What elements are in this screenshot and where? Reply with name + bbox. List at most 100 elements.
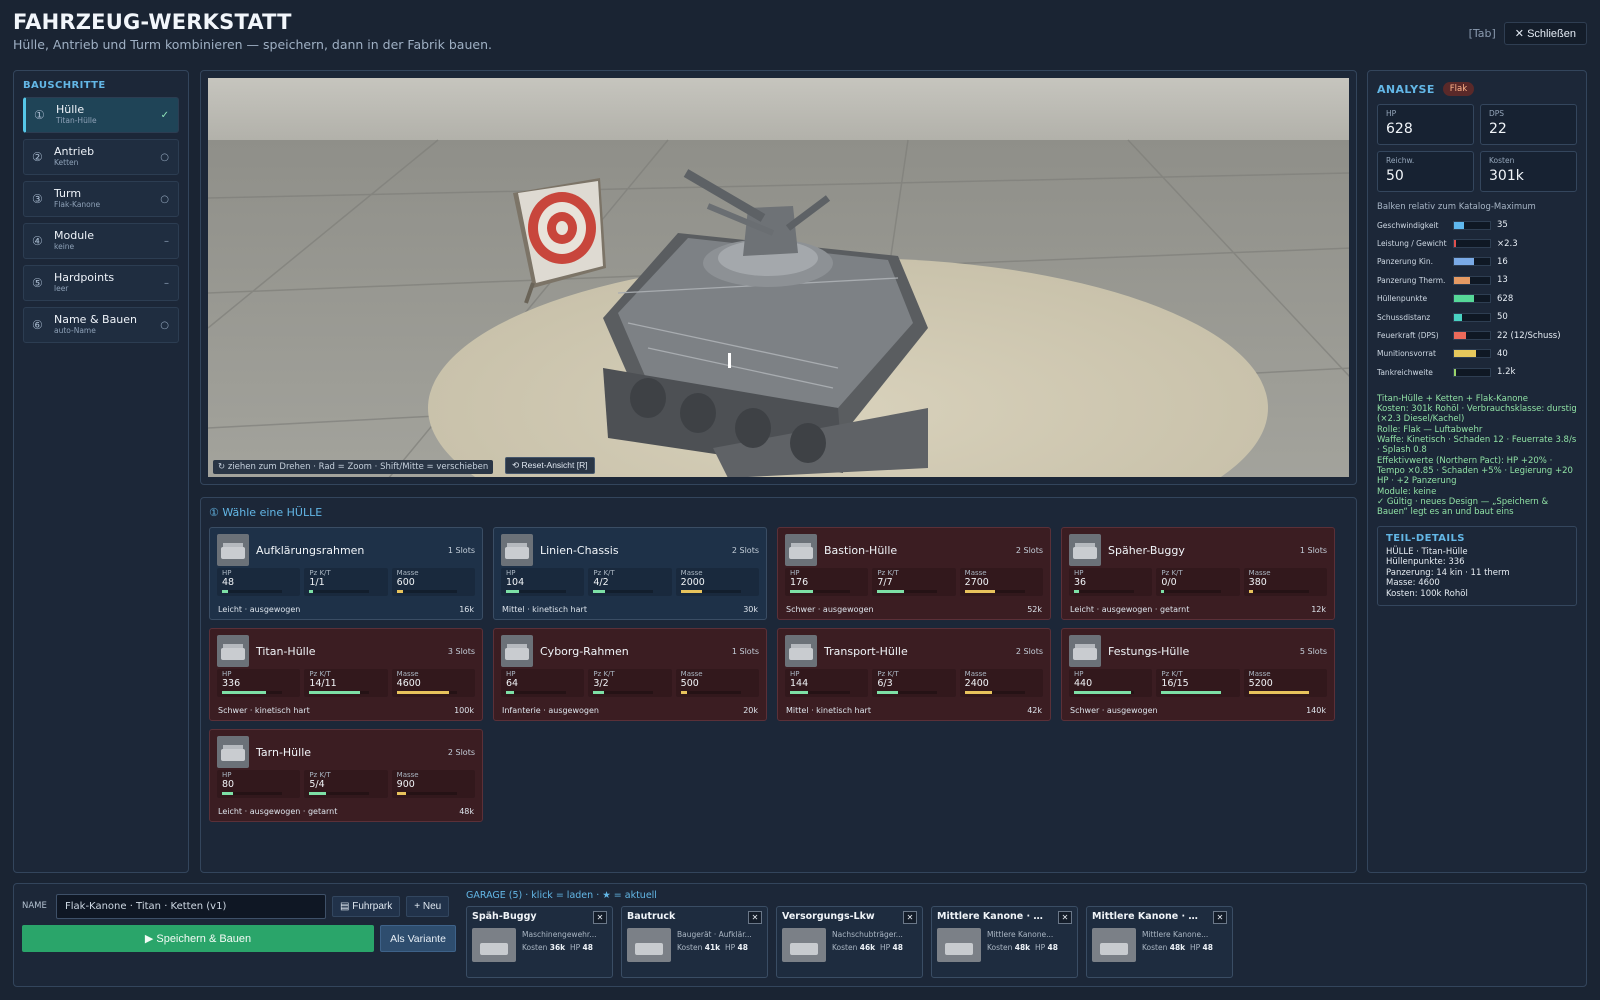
hp-value: 48 bbox=[737, 943, 748, 952]
new-design-button[interactable]: + Neu bbox=[406, 895, 450, 917]
stat-bar-row: Panzerung Kin. 16 bbox=[1377, 253, 1577, 271]
hull-tags: Infanterie · ausgewogen bbox=[502, 706, 599, 715]
hull-thumbnail bbox=[785, 635, 817, 667]
stat-value: 5/4 bbox=[309, 779, 325, 790]
armor-bar-fill bbox=[309, 691, 361, 694]
stat-bar bbox=[506, 691, 566, 694]
design-name-input[interactable] bbox=[56, 893, 326, 919]
remove-icon[interactable]: ✕ bbox=[903, 911, 917, 924]
detail-line: Masse: 4600 bbox=[1386, 578, 1440, 589]
page-title: FAHRZEUG-WERKSTATT bbox=[13, 10, 292, 34]
garage-card[interactable]: Mittlere Kanone · Auf... ✕ Mittlere Kano… bbox=[1086, 906, 1233, 978]
bar-track bbox=[1453, 331, 1491, 341]
remove-icon[interactable]: ✕ bbox=[593, 911, 607, 924]
hp-bar-fill bbox=[1074, 590, 1079, 593]
hull-slots: 1 Slots bbox=[447, 545, 475, 555]
hull-thumbnail bbox=[217, 635, 249, 667]
hull-card[interactable]: Titan-Hülle 3 Slots HP 336 Pz K/T 14/11 … bbox=[209, 628, 483, 721]
stat-label: Pz K/T bbox=[309, 771, 331, 779]
bar-fill bbox=[1454, 350, 1477, 358]
stat-value: 5200 bbox=[1248, 678, 1273, 689]
stat-hp: HP 104 bbox=[501, 568, 585, 596]
step-label: Antrieb bbox=[54, 145, 95, 159]
garage-card[interactable]: Mittlere Kanone · Auf... ✕ Mittlere Kano… bbox=[931, 906, 1078, 978]
hull-card[interactable]: Cyborg-Rahmen 1 Slots HP 64 Pz K/T 3/2 M… bbox=[493, 628, 767, 721]
hull-card[interactable]: Transport-Hülle 2 Slots HP 144 Pz K/T 6/… bbox=[777, 628, 1051, 721]
remove-icon[interactable]: ✕ bbox=[748, 911, 762, 924]
vehicle-preview-scene bbox=[208, 78, 1349, 477]
hull-card[interactable]: Aufklärungsrahmen 1 Slots HP 48 Pz K/T 1… bbox=[209, 527, 483, 620]
close-button[interactable]: ✕ Schließen bbox=[1503, 22, 1587, 45]
kpi-value: 628 bbox=[1386, 121, 1413, 137]
stat-bar-row: Munitionsvorrat 40 bbox=[1377, 345, 1577, 363]
stat-mass: Masse 900 bbox=[391, 770, 475, 798]
step-item-3[interactable]: ③ Turm Flak-Kanone ○ bbox=[23, 181, 179, 217]
stat-bar bbox=[964, 691, 1025, 694]
stat-hp: HP 64 bbox=[501, 669, 585, 697]
stat-bar bbox=[790, 590, 850, 593]
hull-card[interactable]: Bastion-Hülle 2 Slots HP 176 Pz K/T 7/7 … bbox=[777, 527, 1051, 620]
stat-bar bbox=[396, 691, 457, 694]
step-item-6[interactable]: ⑥ Name & Bauen auto-Name ○ bbox=[23, 307, 179, 343]
step-item-4[interactable]: ④ Module keine – bbox=[23, 223, 179, 259]
step-item-1[interactable]: ① Hülle Titan-Hülle ✓ bbox=[23, 97, 179, 133]
garage-design-stats: Kosten 41k HP 48 bbox=[677, 943, 762, 952]
hull-slots: 1 Slots bbox=[1299, 545, 1327, 555]
hull-thumbnail bbox=[217, 534, 249, 566]
garage-card[interactable]: Späh-Buggy ✕ Maschinengewehr... Kosten 3… bbox=[466, 906, 613, 978]
mass-bar-fill bbox=[680, 691, 687, 694]
armor-bar-fill bbox=[593, 691, 605, 694]
stat-hp: HP 440 bbox=[1069, 669, 1153, 697]
kpi-card: Kosten 301k bbox=[1480, 151, 1577, 192]
stat-bar-row: Schussdistanz 50 bbox=[1377, 308, 1577, 326]
stat-armor: Pz K/T 4/2 bbox=[588, 568, 672, 596]
fuhrpark-button[interactable]: ▤ Fuhrpark bbox=[332, 895, 401, 917]
step-status-icon: ○ bbox=[160, 151, 169, 163]
save-and-build-button[interactable]: ▶ Speichern & Bauen bbox=[22, 925, 374, 952]
remove-icon[interactable]: ✕ bbox=[1058, 911, 1072, 924]
garage-card[interactable]: Versorgungs-Lkw ✕ Nachschubträger... Kos… bbox=[776, 906, 923, 978]
hp-bar-fill bbox=[222, 792, 233, 795]
hull-card[interactable]: Festungs-Hülle 5 Slots HP 440 Pz K/T 16/… bbox=[1061, 628, 1335, 721]
hull-tags: Mittel · kinetisch hart bbox=[786, 706, 871, 715]
hp-bar-fill bbox=[222, 691, 267, 694]
reset-view-button[interactable]: ⟲ Reset-Ansicht [R] bbox=[505, 457, 595, 474]
stat-label: Pz K/T bbox=[593, 569, 615, 577]
armor-bar-fill bbox=[1161, 691, 1222, 694]
hull-card[interactable]: Späher-Buggy 1 Slots HP 36 Pz K/T 0/0 Ma… bbox=[1061, 527, 1335, 620]
hull-tags: Schwer · ausgewogen bbox=[1070, 706, 1158, 715]
stat-value: 16/15 bbox=[1161, 678, 1189, 689]
step-item-5[interactable]: ⑤ Hardpoints leer – bbox=[23, 265, 179, 301]
stat-label: Pz K/T bbox=[593, 670, 615, 678]
hull-card[interactable]: Tarn-Hülle 2 Slots HP 80 Pz K/T 5/4 Mass… bbox=[209, 729, 483, 822]
stat-value: 36 bbox=[1074, 577, 1087, 588]
hull-thumbnail bbox=[501, 534, 533, 566]
step-label: Hardpoints bbox=[54, 271, 115, 285]
kpi-card: Reichw. 50 bbox=[1377, 151, 1474, 192]
hull-name: Cyborg-Rahmen bbox=[540, 644, 629, 658]
viewport-panel: ↻ ziehen zum Drehen · Rad = Zoom · Shift… bbox=[200, 70, 1357, 485]
3d-viewport[interactable]: ↻ ziehen zum Drehen · Rad = Zoom · Shift… bbox=[208, 78, 1349, 477]
step-item-2[interactable]: ② Antrieb Ketten ○ bbox=[23, 139, 179, 175]
bar-value: 16 bbox=[1497, 256, 1508, 267]
save-as-variant-button[interactable]: Als Variante bbox=[380, 925, 456, 952]
hp-bar-fill bbox=[790, 590, 813, 593]
garage-card[interactable]: Bautruck ✕ Baugerät · Aufklär... Kosten … bbox=[621, 906, 768, 978]
stat-value: 144 bbox=[790, 678, 809, 689]
stat-armor: Pz K/T 3/2 bbox=[588, 669, 672, 697]
cost-value: 48k bbox=[1169, 943, 1186, 952]
cost-label: Kosten bbox=[987, 943, 1013, 952]
step-status-icon: – bbox=[164, 277, 169, 289]
hull-slots: 2 Slots bbox=[731, 545, 759, 555]
stat-label: Masse bbox=[396, 569, 419, 577]
hp-bar-fill bbox=[1074, 691, 1131, 694]
hull-card[interactable]: Linien-Chassis 2 Slots HP 104 Pz K/T 4/2… bbox=[493, 527, 767, 620]
hp-value: 48 bbox=[892, 943, 903, 952]
hp-bar-fill bbox=[790, 691, 808, 694]
hull-name: Aufklärungsrahmen bbox=[256, 543, 365, 557]
bar-label: Schussdistanz bbox=[1377, 312, 1431, 322]
remove-icon[interactable]: ✕ bbox=[1213, 911, 1227, 924]
bar-label: Panzerung Kin. bbox=[1377, 257, 1433, 267]
header: FAHRZEUG-WERKSTATT Hülle, Antrieb und Tu… bbox=[13, 10, 1587, 60]
cost-value: 46k bbox=[859, 943, 876, 952]
